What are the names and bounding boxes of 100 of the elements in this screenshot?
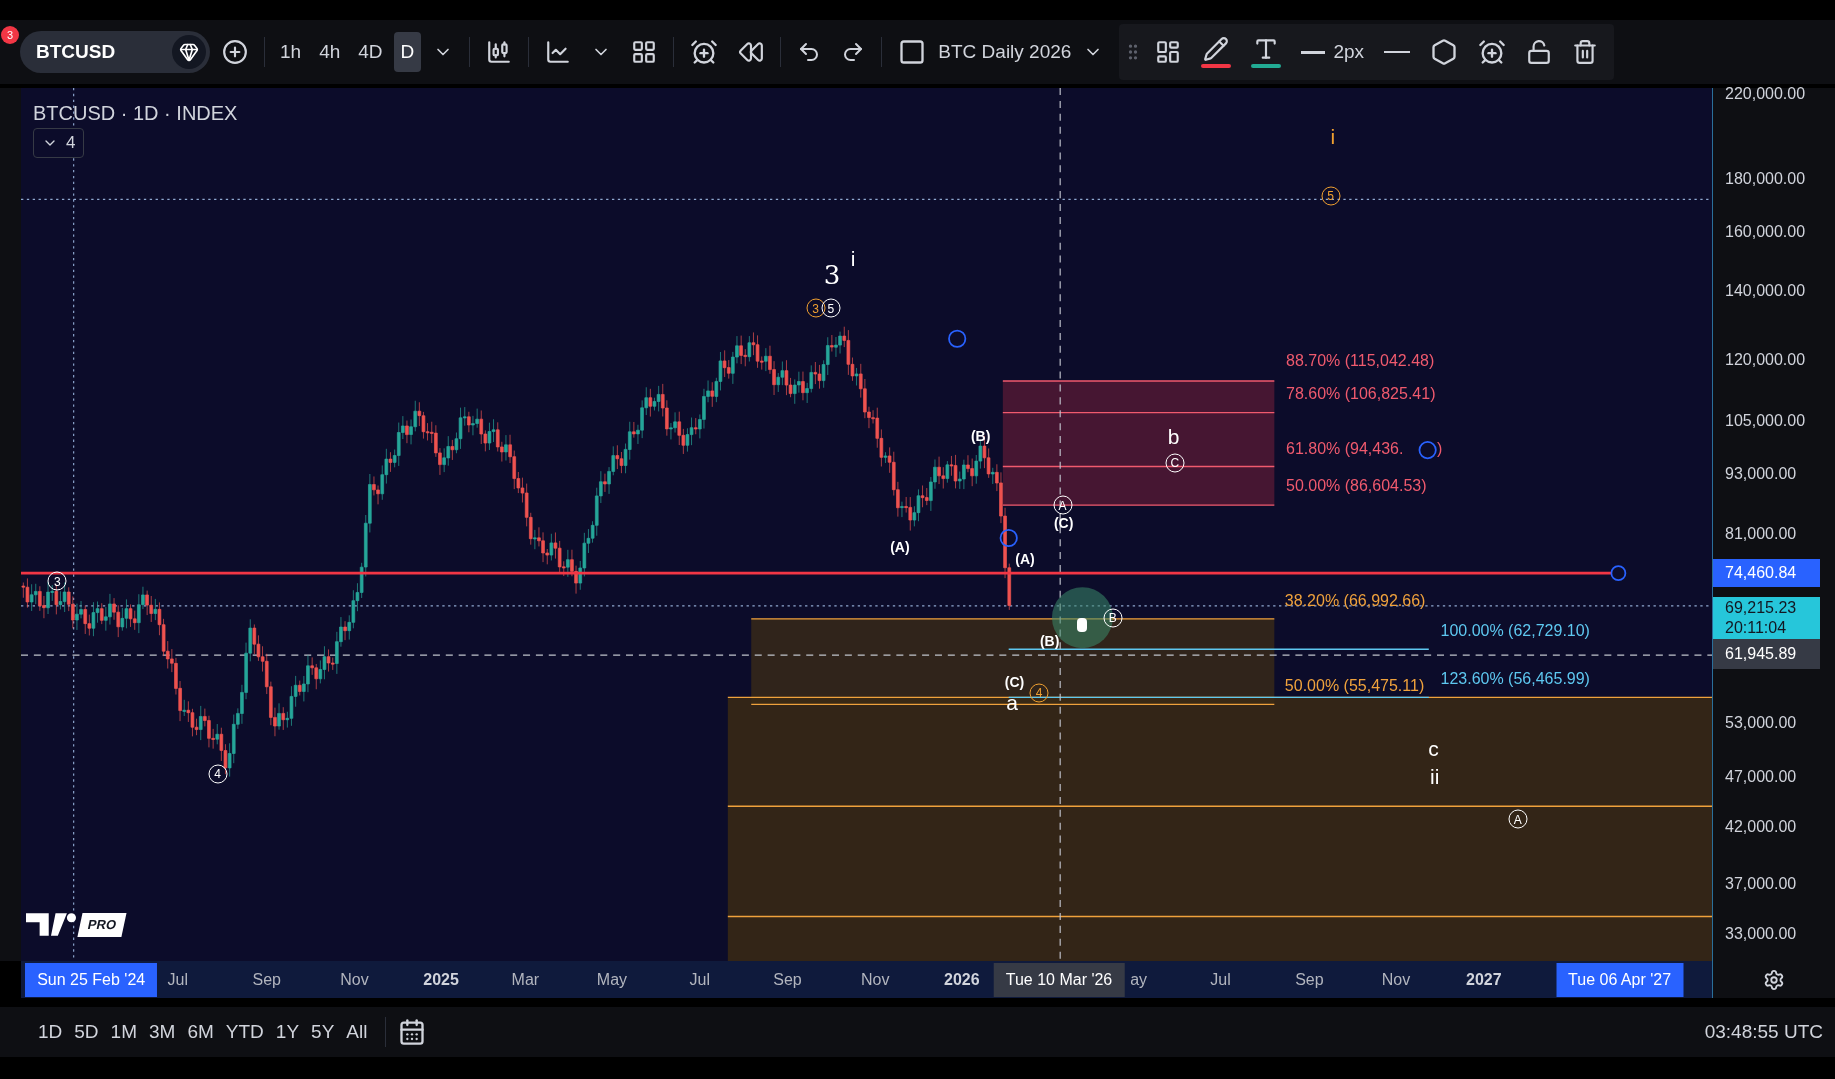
wave-label: c — [1428, 737, 1439, 759]
line-icon — [1301, 50, 1326, 54]
interval-button[interactable]: 4D — [351, 32, 390, 72]
gem-icon[interactable] — [172, 35, 206, 69]
fib-level-label: 88.70% (115,042.48) — [1286, 353, 1435, 370]
drawing-handle[interactable] — [948, 329, 967, 348]
alarm-clock-icon — [690, 38, 719, 66]
line-handle[interactable] — [1610, 565, 1627, 582]
chart-legend: BTCUSD · 1D · INDEX — [33, 98, 238, 128]
fib-level-label: 61.80% (94,436. — [1286, 440, 1404, 457]
range-button[interactable]: 1Y — [269, 1015, 306, 1049]
time-label: May — [596, 969, 628, 990]
square-icon — [898, 38, 927, 66]
alarm-clock-icon — [1478, 38, 1506, 66]
time-label: ay — [1130, 969, 1148, 990]
date-range-tag: Tue 06 Apr '27 — [1556, 962, 1684, 997]
price-line-tag: 74,460.84 — [1713, 559, 1820, 588]
price-label: 105,000.00 — [1724, 410, 1807, 431]
range-button[interactable]: 3M — [143, 1015, 182, 1049]
rewind-icon — [738, 39, 765, 65]
candlestick-icon — [486, 39, 513, 65]
range-button[interactable]: 1D — [32, 1015, 69, 1049]
price-label: 42,000.00 — [1724, 817, 1798, 838]
fib-level-label: 100.00% (62,729.10) — [1440, 622, 1590, 639]
drawing-handle[interactable] — [999, 528, 1018, 548]
notification-badge: 3 — [1, 26, 19, 44]
price-label: 120,000.00 — [1724, 349, 1807, 370]
grid-icon — [1155, 39, 1182, 65]
time-label: Sep — [773, 969, 802, 990]
wave-label: ii — [1429, 765, 1440, 787]
grid-icon — [631, 39, 658, 65]
tv-logo-icon — [25, 913, 76, 937]
last-price-tag: 69,215.23 20:11:04 — [1713, 596, 1820, 639]
pro-badge: PRO — [77, 912, 127, 937]
time-label: Nov — [1381, 969, 1411, 990]
range-button[interactable]: 5Y — [305, 1015, 341, 1049]
lock-open-icon — [1526, 39, 1552, 65]
price-label: 47,000.00 — [1724, 767, 1798, 787]
wave-label: (A) — [890, 540, 910, 555]
wave-label: (C) — [1004, 675, 1025, 690]
wave-label: (A) — [1015, 552, 1035, 567]
wave-label: (B) — [1039, 634, 1060, 649]
interval-button[interactable]: 4h — [312, 32, 348, 72]
time-label: 2026 — [944, 969, 980, 990]
cursor-icon — [1076, 617, 1087, 632]
price-label: 93,000.00 — [1724, 463, 1798, 484]
collapse-button[interactable]: 4 — [33, 128, 85, 158]
time-label: Sep — [1295, 969, 1324, 990]
add-icon — [222, 39, 248, 65]
time-label: Mar — [511, 969, 540, 990]
wave-label: b — [1167, 425, 1180, 447]
range-button[interactable]: 5D — [68, 1015, 105, 1049]
price-label: 33,000.00 — [1724, 924, 1798, 945]
horizontal-line[interactable] — [21, 571, 1612, 575]
fib-level-label: 78.60% (106,825.41) — [1286, 385, 1436, 402]
range-button[interactable]: 6M — [181, 1015, 220, 1049]
layout-button[interactable]: BTC Daily 2026 — [890, 32, 1112, 72]
price-label: 220,000.00 — [1724, 83, 1807, 104]
drawing-handle[interactable] — [1418, 441, 1437, 460]
time-label: Jul — [1210, 969, 1231, 990]
crosshair-date-tag: Tue 10 Mar '26 — [993, 962, 1125, 997]
line-icon — [1384, 51, 1410, 53]
symbol-name: BTCUSD — [36, 39, 116, 64]
wave-label: (C) — [1053, 515, 1074, 530]
fib-level-label: 50.00% (86,604.53) — [1286, 478, 1427, 495]
time-label: Nov — [861, 969, 890, 990]
chart-line-icon — [545, 39, 572, 65]
time-label: Sep — [252, 969, 281, 990]
price-label: 81,000.00 — [1724, 524, 1798, 545]
wave-label: i — [850, 247, 856, 269]
time-label: 2025 — [423, 969, 459, 990]
time-label: Nov — [340, 969, 369, 990]
utc-clock[interactable]: 03:48:55 UTC — [1704, 1017, 1823, 1047]
range-button[interactable]: All — [340, 1015, 374, 1049]
wave-label: i — [1330, 125, 1336, 147]
fib-level-label: 38.20% (66,992.66) — [1284, 593, 1426, 610]
price-label: 53,000.00 — [1724, 713, 1798, 734]
fib-level-label: 50.00% (55,475.11) — [1284, 677, 1425, 694]
fib-level-label: ) — [1437, 440, 1443, 457]
symbol-search[interactable]: BTCUSD — [20, 31, 210, 73]
price-label: 160,000.00 — [1724, 222, 1807, 243]
range-button[interactable]: YTD — [219, 1015, 270, 1049]
wave-label: 3 — [823, 262, 841, 289]
price-label: 37,000.00 — [1724, 873, 1798, 894]
trash-icon — [1572, 39, 1598, 65]
line-width-button[interactable]: 2px — [1293, 32, 1372, 72]
fib-level-label: 123.60% (56,465.99) — [1440, 670, 1590, 687]
crosshair-price-tag: 61,945.89 — [1713, 639, 1820, 669]
price-label: 180,000.00 — [1724, 169, 1807, 190]
time-label: 2027 — [1466, 969, 1502, 990]
price-label: 140,000.00 — [1724, 280, 1807, 301]
time-label: Jul — [689, 969, 710, 990]
date-range-tag: Sun 25 Feb '24 — [25, 962, 158, 997]
interval-button[interactable]: D — [393, 32, 422, 72]
range-button[interactable]: 1M — [104, 1015, 143, 1049]
wave-label: (B) — [970, 429, 991, 443]
pencil-icon — [1203, 36, 1230, 62]
time-label: Jul — [167, 969, 188, 990]
calendar-icon[interactable] — [398, 1018, 427, 1046]
interval-button[interactable]: 1h — [273, 32, 309, 72]
